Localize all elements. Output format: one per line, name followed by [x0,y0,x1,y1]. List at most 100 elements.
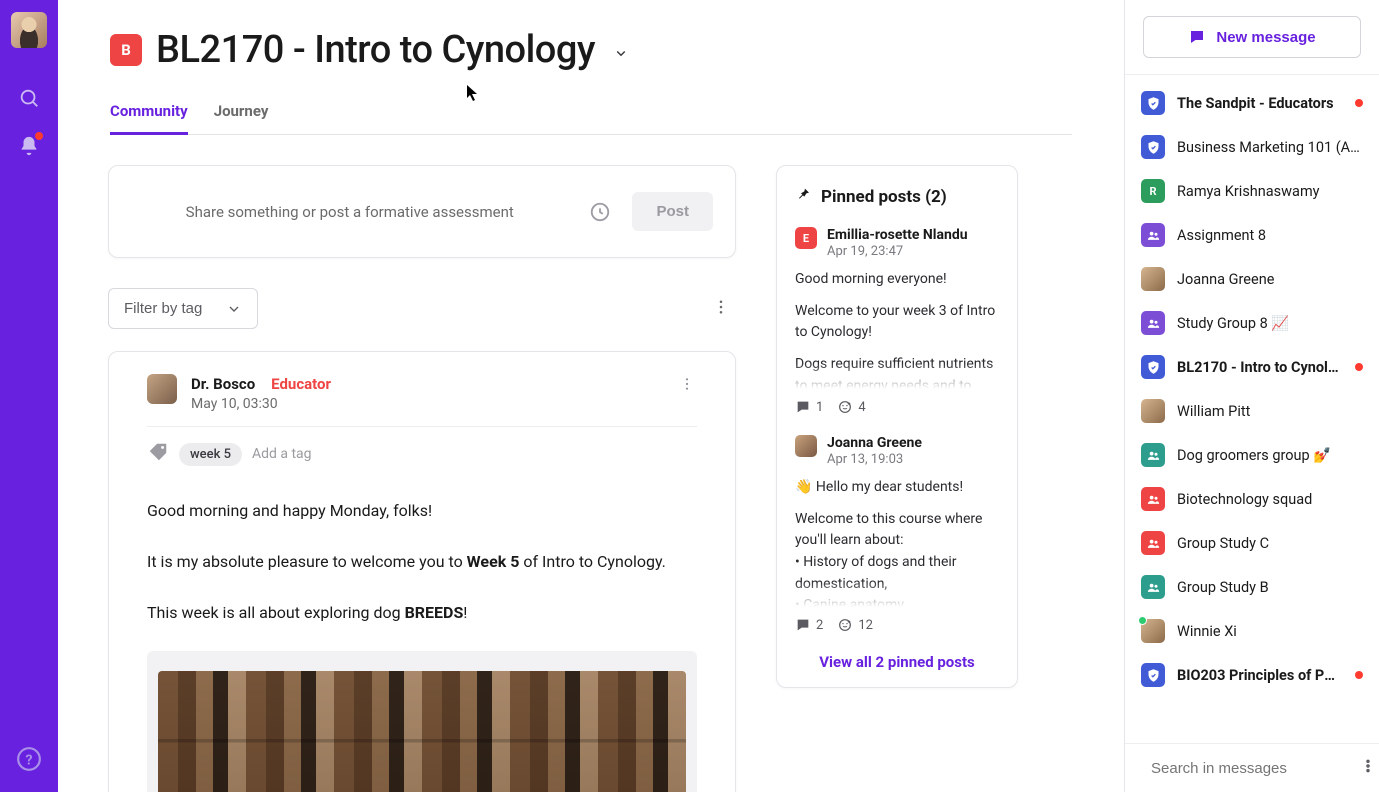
conversation-item[interactable]: RRamya Krishnaswamy [1125,169,1379,213]
post-paragraph: Good morning and happy Monday, folks! [147,497,697,524]
post-more-menu[interactable] [677,374,697,398]
feed-more-menu[interactable] [706,292,736,326]
pinned-post-body: Good morning everyone! Welcome to your w… [795,269,999,389]
post-timestamp: May 10, 03:30 [191,396,663,412]
post-author-name[interactable]: Dr. Bosco [191,375,255,393]
conversation-item[interactable]: Group Study B [1125,565,1379,609]
chat-icon [1188,28,1206,46]
tag-chip[interactable]: week 5 [179,443,242,466]
post-paragraph: It is my absolute pleasure to welcome yo… [147,548,697,575]
schedule-icon[interactable] [584,196,616,228]
shield-icon [1141,91,1165,115]
composer-input[interactable]: Share something or post a formative asse… [131,203,568,221]
chat-search-more-menu[interactable] [1360,758,1376,778]
post-button[interactable]: Post [632,192,713,231]
content-scroll: Share something or post a formative asse… [58,135,1124,792]
pinned-reactions-button[interactable]: 12 [837,617,873,633]
post-author-role: Educator [271,375,331,393]
conversation-label: BL2170 - Intro to Cynolo… [1177,359,1343,376]
feed-post: Dr. Bosco Educator May 10, 03:30 week 5 [108,351,736,792]
pinned-author-name: Joanna Greene [827,435,922,451]
conversation-label: William Pitt [1177,403,1363,420]
pinned-timestamp: Apr 19, 23:47 [827,244,968,259]
page-header: B BL2170 - Intro to Cynology Community J… [58,0,1124,135]
search-icon[interactable] [17,86,41,110]
conversation-label: Biotechnology squad [1177,491,1363,508]
notifications-icon[interactable] [17,134,41,158]
pinned-comments-button[interactable]: 1 [795,399,823,415]
group-icon [1141,311,1165,335]
pinned-author-avatar [795,435,817,457]
conversation-label: Business Marketing 101 (Aul… [1177,139,1363,156]
pinned-post[interactable]: E Emillia-rosette Nlandu Apr 19, 23:47 G… [795,227,999,415]
conversation-label: Group Study B [1177,579,1363,596]
main-column: B BL2170 - Intro to Cynology Community J… [58,0,1124,792]
conversation-item[interactable]: Business Marketing 101 (Aul… [1125,125,1379,169]
filter-label: Filter by tag [124,300,202,317]
avatar [1141,267,1165,291]
filter-by-tag-button[interactable]: Filter by tag [108,288,258,329]
course-badge: B [110,34,142,66]
conversation-label: Study Group 8 📈 [1177,315,1363,332]
pinned-title: Pinned posts (2) [821,187,947,207]
conversation-item[interactable]: Dog groomers group 💅 [1125,433,1379,477]
group-icon [1141,575,1165,599]
conversation-item[interactable]: Group Study C [1125,521,1379,565]
pinned-posts-panel: Pinned posts (2) E Emillia-rosette Nland… [776,165,1018,688]
tab-community[interactable]: Community [110,94,188,134]
help-icon[interactable]: ? [16,746,42,772]
pinned-post-body: 👋 Hello my dear students! Welcome to thi… [795,477,999,607]
view-all-pinned-link[interactable]: View all 2 pinned posts [795,653,999,671]
post-image[interactable] [158,671,686,792]
notification-badge [35,132,43,140]
post-composer: Share something or post a formative asse… [108,165,736,258]
pin-icon [795,186,811,207]
nav-rail: ? [0,0,58,792]
pinned-timestamp: Apr 13, 19:03 [827,452,922,467]
conversation-item[interactable]: BL2170 - Intro to Cynolo… [1125,345,1379,389]
conversation-item[interactable]: Biotechnology squad [1125,477,1379,521]
feed-column: Share something or post a formative asse… [108,165,736,792]
post-image-container [147,651,697,792]
avatar [1141,399,1165,423]
add-tag-button[interactable]: Add a tag [252,446,312,462]
conversation-item[interactable]: Winnie Xi [1125,609,1379,653]
svg-text:?: ? [25,752,32,768]
group-icon [1141,223,1165,247]
conversation-item[interactable]: BIO203 Principles of Pha… [1125,653,1379,697]
unread-indicator [1355,671,1363,679]
chat-search-bar [1125,743,1379,792]
conversation-item[interactable]: The Sandpit - Educators [1125,81,1379,125]
conversation-label: Winnie Xi [1177,623,1363,640]
shield-icon [1141,355,1165,379]
pinned-comments-button[interactable]: 2 [795,617,823,633]
new-message-button[interactable]: New message [1143,16,1361,58]
post-body: Good morning and happy Monday, folks! It… [147,497,697,792]
conversation-item[interactable]: Assignment 8 [1125,213,1379,257]
pinned-author-avatar: E [795,227,817,249]
group-icon [1141,487,1165,511]
unread-indicator [1355,363,1363,371]
tab-journey[interactable]: Journey [214,94,269,134]
conversation-item[interactable]: Study Group 8 📈 [1125,301,1379,345]
tag-icon [147,441,169,467]
conversation-label: Dog groomers group 💅 [1177,447,1363,464]
post-paragraph: This week is all about exploring dog BRE… [147,599,697,626]
conversation-label: Assignment 8 [1177,227,1363,244]
chat-search-input[interactable] [1151,760,1350,777]
conversation-label: Joanna Greene [1177,271,1363,288]
conversation-label: The Sandpit - Educators [1177,95,1343,112]
user-avatar[interactable] [11,12,47,48]
pinned-reactions-button[interactable]: 4 [837,399,865,415]
pinned-author-name: Emillia-rosette Nlandu [827,227,968,243]
conversation-item[interactable]: Joanna Greene [1125,257,1379,301]
post-author-avatar[interactable] [147,374,177,404]
tabs: Community Journey [110,94,1072,135]
shield-icon [1141,135,1165,159]
chevron-down-icon [226,301,242,317]
avatar: R [1141,179,1165,203]
course-menu-toggle[interactable] [612,44,630,62]
page-title-text: BL2170 - Intro to Cynology [156,28,595,72]
pinned-post[interactable]: Joanna Greene Apr 13, 19:03 👋 Hello my d… [795,435,999,633]
conversation-item[interactable]: William Pitt [1125,389,1379,433]
